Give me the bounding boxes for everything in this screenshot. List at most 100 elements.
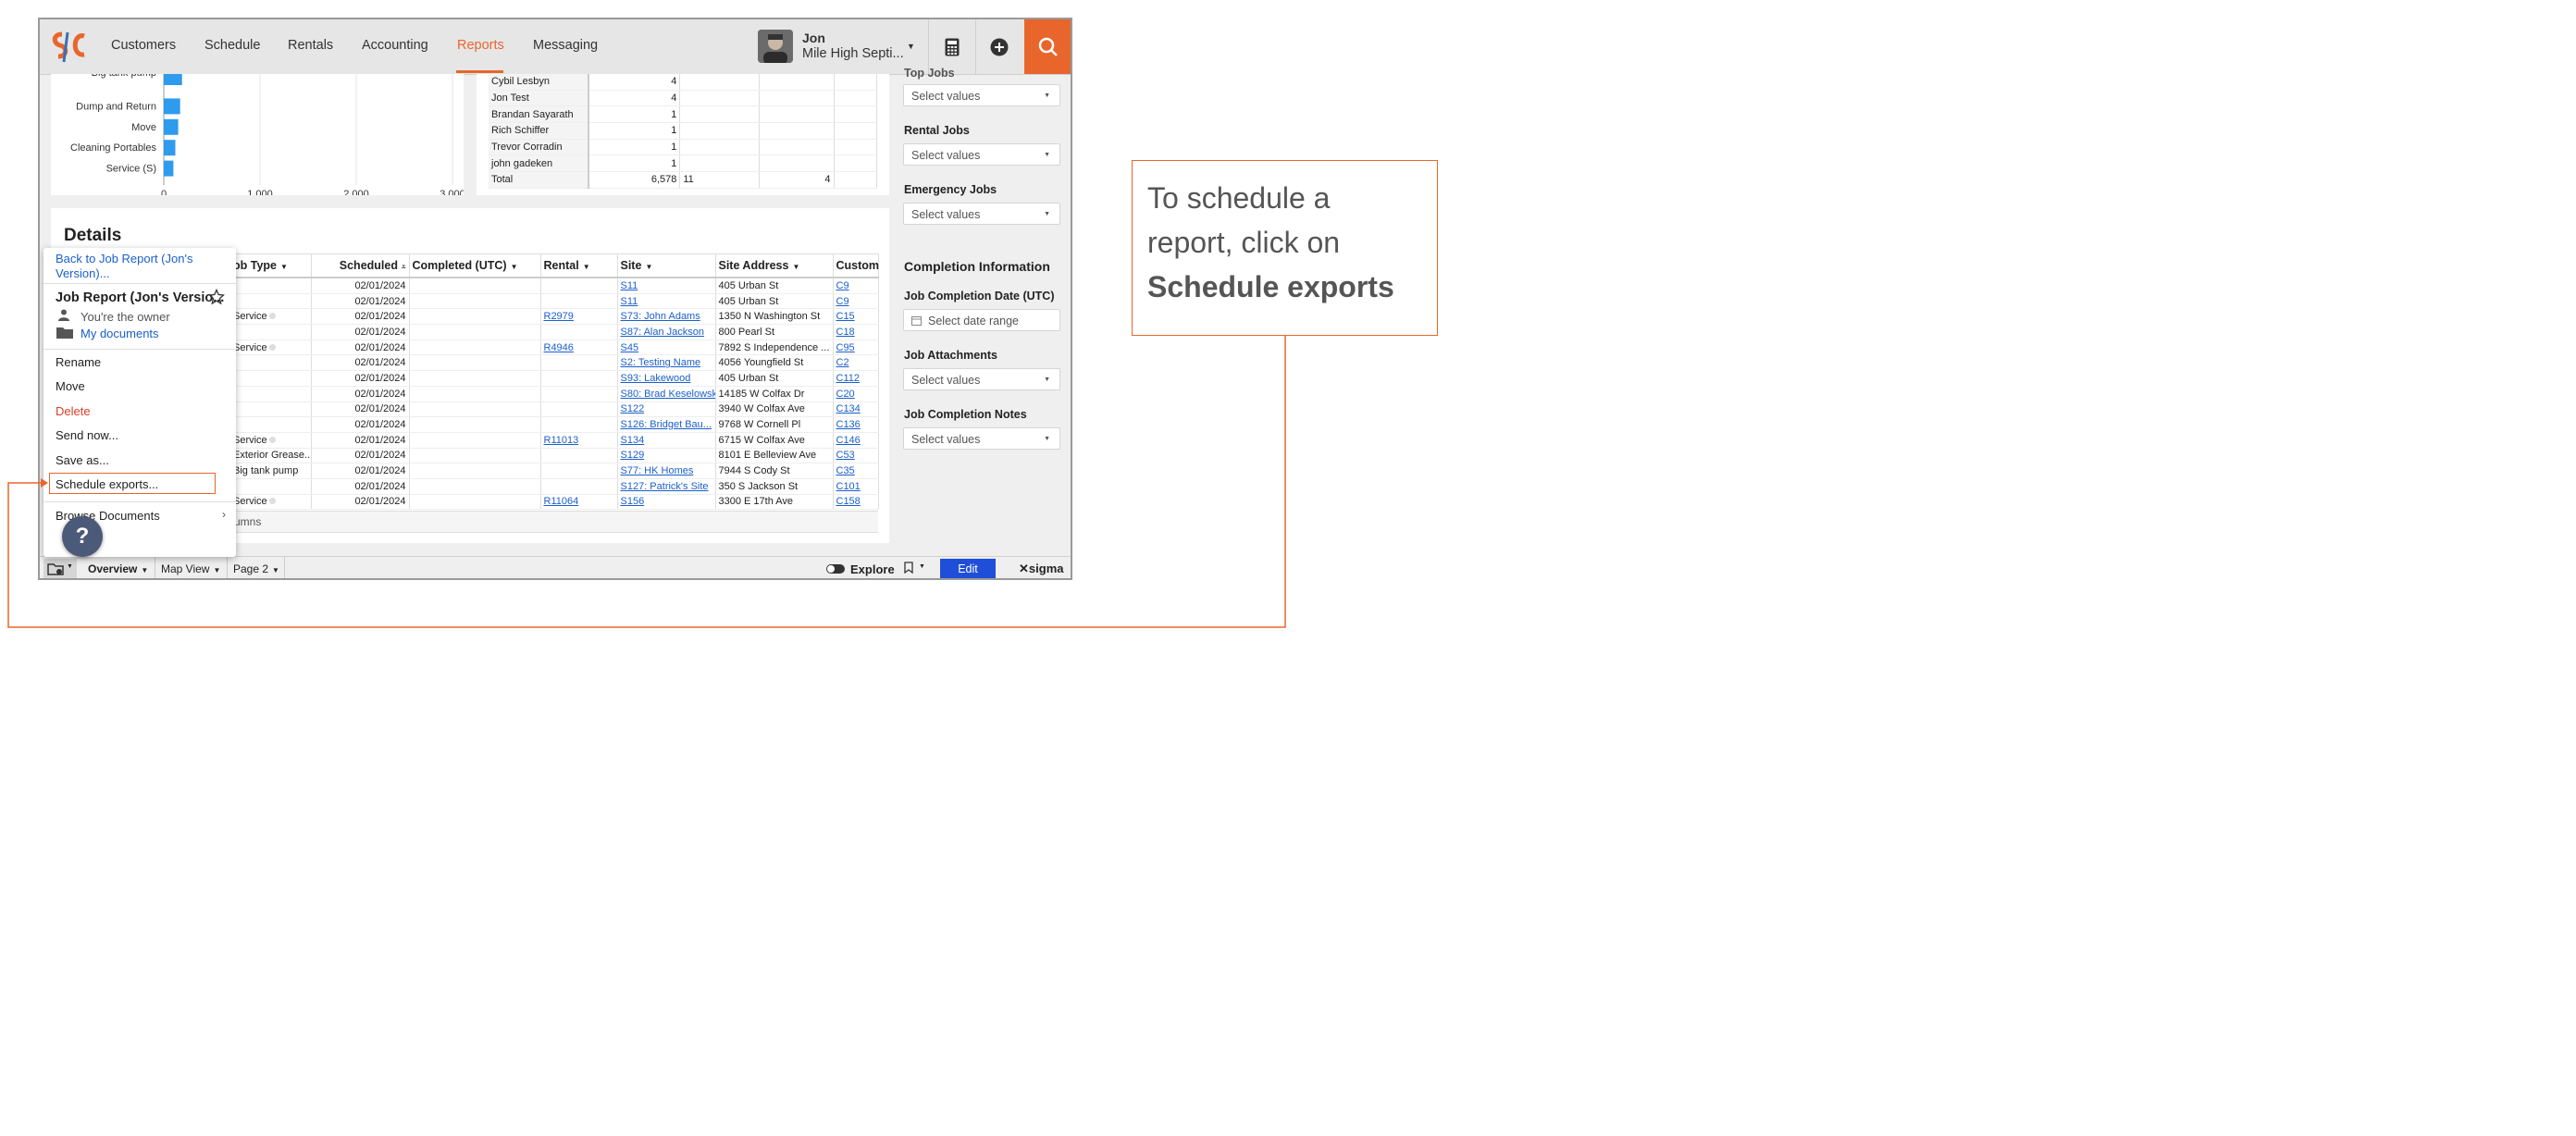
column-header[interactable]: Scheduled ⩡ (311, 253, 410, 278)
caret-down-icon[interactable]: ▼ (511, 263, 518, 271)
table-row[interactable]: 02/01/2024 S87: Alan Jackson 800 Pearl St C… (230, 324, 879, 340)
rental-cell[interactable]: R2979 (540, 308, 618, 326)
customer-cell[interactable]: C101 (833, 478, 879, 495)
customer-cell-value[interactable]: C158 (836, 496, 861, 507)
site-cell-value[interactable]: S11 (621, 296, 638, 307)
table-row[interactable]: 02/01/2024 S127: Patrick's Site 350 S Jack… (230, 478, 879, 495)
my-documents-link[interactable]: My documents (80, 327, 159, 340)
table-row[interactable]: 02/01/2024 S11 405 Urban St C9 (230, 293, 879, 310)
customer-cell-value[interactable]: C18 (836, 327, 855, 338)
customer-cell-value[interactable]: C35 (836, 465, 855, 476)
table-row[interactable]: Big tank pump 02/01/2024 S77: HK Homes 7944… (230, 463, 879, 479)
filter-select-emergency-jobs[interactable]: Select values ▼ (903, 203, 1060, 225)
customer-cell-value[interactable]: C9 (836, 280, 849, 291)
caret-down-icon[interactable]: ▼ (792, 263, 799, 271)
site-cell-value[interactable]: S126: Bridget Bau... (621, 419, 712, 430)
rental-cell-value[interactable]: R11013 (544, 435, 579, 446)
customer-cell[interactable]: C95 (833, 340, 879, 356)
table-row[interactable]: 02/01/2024 S122 3940 W Colfax Ave C134 (230, 401, 879, 418)
rental-cell[interactable] (540, 324, 618, 340)
bookmark-button[interactable]: ▼ (904, 562, 928, 576)
site-cell-value[interactable]: S73: John Adams (621, 311, 700, 322)
site-cell-value[interactable]: S45 (621, 342, 639, 353)
customer-cell[interactable]: C15 (833, 308, 879, 326)
customer-cell-value[interactable]: C112 (836, 373, 860, 384)
site-cell[interactable]: S45 (617, 340, 716, 356)
menu-item-rename[interactable]: Rename (56, 355, 101, 369)
nav-accounting[interactable]: Accounting (362, 38, 428, 53)
customer-cell-value[interactable]: C15 (836, 311, 855, 322)
customer-cell[interactable]: C2 (833, 354, 879, 372)
customer-cell[interactable]: C9 (833, 293, 879, 310)
nav-schedule[interactable]: Schedule (204, 38, 260, 53)
site-cell[interactable]: S122 (617, 401, 716, 418)
site-cell[interactable]: S134 (617, 432, 716, 449)
site-cell-value[interactable]: S2: Testing Name (621, 357, 701, 368)
filter-select-job-attachments[interactable]: Select values ▼ (903, 368, 1060, 390)
site-cell[interactable]: S87: Alan Jackson (617, 324, 716, 340)
column-header[interactable]: Rental ▼ (540, 253, 618, 278)
menu-item-move[interactable]: Move (56, 379, 85, 393)
site-cell[interactable]: S80: Brad Keselowski (617, 386, 716, 402)
customer-cell[interactable]: C35 (833, 463, 879, 479)
rental-cell[interactable]: R11013 (540, 432, 618, 449)
avatar[interactable] (758, 30, 793, 63)
rental-cell[interactable] (540, 463, 618, 479)
site-cell-value[interactable]: S156 (621, 496, 645, 507)
column-header[interactable]: Site Address ▼ (715, 253, 834, 278)
column-header[interactable]: Custom (833, 253, 879, 278)
site-cell-value[interactable]: S129 (621, 450, 645, 461)
rental-cell-value[interactable]: R11064 (544, 496, 579, 507)
add-button[interactable] (975, 19, 1022, 74)
caret-down-icon[interactable]: ▼ (583, 263, 590, 271)
company-logo[interactable] (49, 29, 86, 64)
customer-cell[interactable]: C134 (833, 401, 879, 418)
customer-cell[interactable]: C9 (833, 278, 879, 294)
customer-cell-value[interactable]: C20 (836, 389, 855, 400)
tab-map-view[interactable]: Map View ▼ (161, 562, 220, 575)
menu-item-delete[interactable]: Delete (56, 404, 91, 418)
rental-cell[interactable]: R4946 (540, 340, 618, 356)
site-cell[interactable]: S156 (617, 494, 716, 511)
tab-page-2[interactable]: Page 2 ▼ (233, 562, 279, 575)
tab-overview[interactable]: Overview ▼ (88, 562, 148, 575)
site-cell-value[interactable]: S77: HK Homes (621, 465, 694, 476)
table-row[interactable]: Service 02/01/2024 R4946 S45 7892 S Independ… (230, 340, 879, 356)
site-cell-value[interactable]: S93: Lakewood (621, 373, 691, 384)
site-cell-value[interactable]: S87: Alan Jackson (621, 327, 705, 338)
table-row[interactable]: 02/01/2024 S93: Lakewood 405 Urban St C112 (230, 370, 879, 387)
site-cell[interactable]: S77: HK Homes (617, 463, 716, 479)
documents-menu-button[interactable]: ▼ (43, 559, 77, 578)
rental-cell[interactable] (540, 370, 618, 387)
site-cell[interactable]: S129 (617, 448, 716, 464)
site-cell-value[interactable]: S134 (621, 435, 645, 446)
column-header[interactable]: ob Type ▼ (230, 253, 312, 278)
rental-cell[interactable] (540, 354, 618, 372)
user-org[interactable]: Mile High Septi... (802, 46, 904, 61)
rental-cell-value[interactable]: R4946 (544, 342, 574, 353)
filter-select-job-completion-notes[interactable]: Select values ▼ (903, 427, 1060, 450)
nav-reports[interactable]: Reports (457, 38, 504, 53)
rental-cell[interactable] (540, 278, 618, 294)
customer-cell[interactable]: C53 (833, 448, 879, 464)
site-cell-value[interactable]: S122 (621, 403, 645, 414)
star-icon[interactable] (208, 289, 225, 305)
column-header[interactable]: Completed (UTC) ▼ (409, 253, 541, 278)
rental-cell[interactable] (540, 478, 618, 495)
customer-cell[interactable]: C20 (833, 386, 879, 402)
customer-cell[interactable]: C18 (833, 324, 879, 340)
site-cell-value[interactable]: S11 (621, 280, 638, 291)
table-row[interactable]: Service 02/01/2024 R11064 S156 3300 E 17th A… (230, 494, 879, 511)
rental-cell[interactable] (540, 401, 618, 418)
site-cell[interactable]: S11 (617, 278, 716, 294)
site-cell[interactable]: S127: Patrick's Site (617, 478, 716, 495)
menu-item-send-now[interactable]: Send now... (56, 428, 118, 442)
rental-cell[interactable] (540, 293, 618, 310)
column-header[interactable]: Site ▼ (617, 253, 716, 278)
sort-icon[interactable]: ⩡ (402, 263, 406, 271)
table-row[interactable]: Service 02/01/2024 R11013 S134 6715 W Colfax… (230, 432, 879, 449)
customer-cell-value[interactable]: C134 (836, 403, 861, 414)
menu-item-schedule-exports[interactable]: Schedule exports... (56, 477, 158, 491)
caret-down-icon[interactable]: ▼ (280, 263, 288, 271)
table-row[interactable]: 02/01/2024 S11 405 Urban St C9 (230, 278, 879, 294)
